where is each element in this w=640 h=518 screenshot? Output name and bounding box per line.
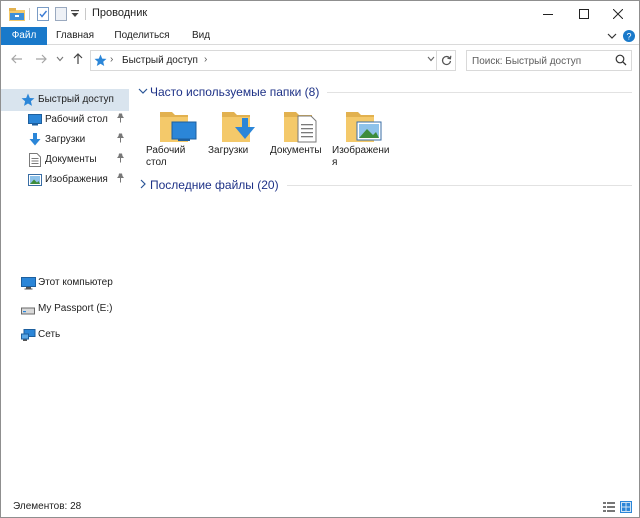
forward-button[interactable] <box>34 52 48 66</box>
downloads-folder-icon <box>222 112 255 142</box>
divider <box>327 92 632 93</box>
divider <box>29 8 30 20</box>
back-button[interactable] <box>10 52 24 66</box>
chevron-down-icon <box>138 88 148 94</box>
refresh-button[interactable] <box>436 51 455 70</box>
pin-icon[interactable] <box>116 113 125 126</box>
desktop-folder-icon <box>160 112 197 142</box>
close-button[interactable] <box>595 1 640 27</box>
folder-label: Рабочий стол <box>146 145 186 168</box>
folder-tile-pictures[interactable]: Изображения <box>332 105 392 173</box>
recent-files-header[interactable]: Последние файлы (20) <box>137 175 297 195</box>
nav-item-desktop[interactable]: Рабочий стол <box>1 109 129 131</box>
address-dropdown-icon[interactable] <box>427 54 435 64</box>
nav-item-documents[interactable]: Документы <box>1 149 129 171</box>
documents-folder-icon <box>284 112 317 143</box>
documents-icon <box>27 152 43 168</box>
svg-text:?: ? <box>626 32 631 42</box>
tab-home[interactable]: Главная <box>49 27 101 45</box>
help-button[interactable]: ? <box>622 29 636 43</box>
nav-label: Этот компьютер <box>38 277 113 288</box>
divider <box>287 185 632 186</box>
chevron-down-icon <box>56 56 64 62</box>
close-icon <box>613 9 623 19</box>
downloads-icon <box>27 132 43 148</box>
status-bar: Элементов: 28 <box>1 497 639 517</box>
tab-view[interactable]: Вид <box>183 27 219 45</box>
item-count: Элементов: 28 <box>13 501 82 512</box>
large-icons-view-icon <box>620 501 632 513</box>
up-button[interactable] <box>71 52 85 66</box>
recent-locations-button[interactable] <box>53 52 67 66</box>
details-view-button[interactable] <box>603 501 615 513</box>
customize-toolbar-icon[interactable] <box>71 6 79 22</box>
nav-label: Быстрый доступ <box>38 94 114 105</box>
refresh-icon <box>441 55 451 66</box>
tab-file[interactable]: Файл <box>1 27 47 45</box>
ribbon-tabs: Файл Главная Поделиться Вид ? <box>1 27 639 45</box>
content-area: Часто используемые папки (8) Рабочий сто… <box>132 75 639 493</box>
nav-label: Рабочий стол <box>45 114 108 125</box>
folder-label: Загрузки <box>208 145 249 156</box>
group-title: Часто используемые папки (8) <box>150 85 320 99</box>
pin-icon[interactable] <box>116 153 125 166</box>
pictures-folder-icon <box>346 112 382 142</box>
group-title: Последние файлы (20) <box>150 178 279 192</box>
breadcrumb-chevron-icon[interactable]: › <box>204 54 207 65</box>
frequent-folders-header[interactable]: Часто используемые папки (8) <box>137 82 337 102</box>
minimize-icon <box>543 14 553 15</box>
help-icon: ? <box>623 30 635 42</box>
new-folder-icon[interactable] <box>55 6 67 22</box>
desktop-icon <box>27 112 43 128</box>
search-icon[interactable] <box>615 54 627 69</box>
tab-share[interactable]: Поделиться <box>107 27 177 45</box>
maximize-icon <box>579 9 589 19</box>
arrow-up-icon <box>73 53 83 64</box>
nav-item-downloads[interactable]: Загрузки <box>1 129 129 151</box>
folder-tile-downloads[interactable]: Загрузки <box>208 105 268 173</box>
title-bar: Проводник <box>1 1 639 27</box>
nav-label: Изображения <box>45 174 108 185</box>
chevron-down-icon <box>607 33 617 39</box>
pin-icon[interactable] <box>116 133 125 146</box>
chevron-right-icon <box>140 179 146 189</box>
drive-icon <box>20 302 36 318</box>
folder-label: Документы <box>270 145 322 156</box>
folder-tile-desktop[interactable]: Рабочий стол <box>146 105 206 173</box>
nav-item-network[interactable]: Сеть <box>1 324 129 346</box>
computer-icon <box>20 275 36 291</box>
quick-access-star-icon <box>20 92 36 108</box>
nav-item-drive[interactable]: My Passport (E:) <box>1 298 129 320</box>
explorer-window: Проводник Файл Главная Поделиться Вид ? <box>0 0 640 518</box>
nav-quick-access[interactable]: Быстрый доступ <box>1 89 129 111</box>
quick-access-star-icon <box>94 54 107 70</box>
pictures-icon <box>27 172 43 188</box>
details-view-icon <box>603 502 615 512</box>
folder-tile-documents[interactable]: Документы <box>270 105 330 173</box>
divider <box>85 8 86 20</box>
window-title: Проводник <box>92 7 148 19</box>
expand-ribbon-button[interactable] <box>605 29 619 43</box>
navigation-pane: Быстрый доступ Рабочий стол Загрузки Док… <box>1 83 132 493</box>
network-icon <box>20 327 36 343</box>
nav-label: Сеть <box>38 329 61 340</box>
address-bar[interactable]: › Быстрый доступ › <box>90 50 456 71</box>
nav-label: Загрузки <box>45 134 86 145</box>
address-row: › Быстрый доступ › <box>1 46 639 74</box>
arrow-right-icon <box>36 54 47 64</box>
search-input[interactable] <box>472 54 612 68</box>
folder-label: Изображения <box>332 145 390 168</box>
nav-item-this-pc[interactable]: Этот компьютер <box>1 272 129 294</box>
nav-label: My Passport (E:) <box>38 303 113 314</box>
arrow-left-icon <box>11 54 22 64</box>
search-box[interactable] <box>466 50 632 71</box>
explorer-app-icon[interactable] <box>9 6 25 22</box>
nav-item-pictures[interactable]: Изображения <box>1 169 129 191</box>
pin-icon[interactable] <box>116 173 125 186</box>
breadcrumb-chevron-icon[interactable]: › <box>110 54 113 65</box>
properties-icon[interactable] <box>37 6 49 22</box>
nav-label: Документы <box>45 154 97 165</box>
breadcrumb-quick-access[interactable]: Быстрый доступ <box>122 55 198 66</box>
large-icons-view-button[interactable] <box>620 501 632 513</box>
